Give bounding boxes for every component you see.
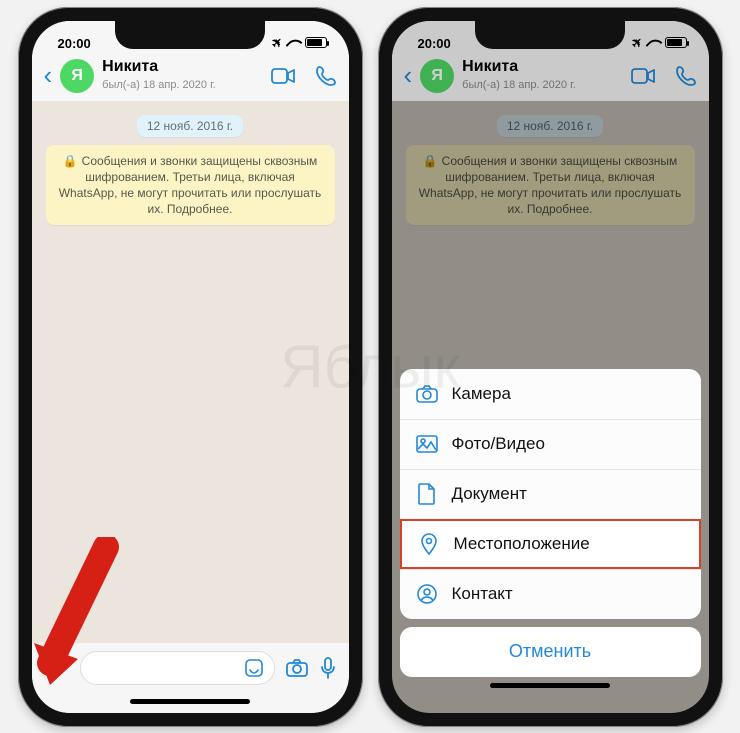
home-indicator (32, 699, 349, 713)
input-bar: + (32, 643, 349, 699)
back-button[interactable]: ‹ (404, 60, 413, 91)
location-icon (418, 533, 440, 555)
sheet-item-camera[interactable]: Камера (400, 369, 701, 419)
last-seen-label: был(-а) 18 апр. 2020 г. (102, 79, 216, 91)
document-icon (416, 483, 438, 505)
mic-button[interactable] (319, 656, 337, 680)
battery-icon (305, 37, 327, 48)
contact-name[interactable]: Никита (462, 58, 576, 76)
camera-icon (416, 385, 438, 403)
video-call-button[interactable] (271, 65, 295, 87)
sheet-item-label: Документ (452, 484, 527, 504)
sheet-cancel-button[interactable]: Отменить (400, 627, 701, 677)
avatar[interactable]: Я (420, 59, 454, 93)
sticker-icon[interactable] (244, 658, 264, 678)
contact-name[interactable]: Никита (102, 58, 216, 76)
voice-call-button[interactable] (315, 65, 337, 87)
airplane-mode-icon: ✈ (628, 33, 647, 52)
sheet-item-photo-video[interactable]: Фото/Видео (400, 419, 701, 469)
date-pill: 12 нояб. 2016 г. (137, 115, 243, 137)
back-button[interactable]: ‹ (44, 60, 53, 91)
sheet-item-label: Местоположение (454, 534, 590, 554)
airplane-mode-icon: ✈ (268, 33, 287, 52)
notch (475, 21, 625, 49)
sheet-item-contact[interactable]: Контакт (400, 569, 701, 619)
wifi-icon (647, 37, 661, 49)
message-input[interactable] (80, 651, 275, 685)
notch (115, 21, 265, 49)
avatar[interactable]: Я (60, 59, 94, 93)
status-time: 20:00 (418, 36, 451, 51)
sheet-item-label: Контакт (452, 584, 513, 604)
last-seen-label: был(-а) 18 апр. 2020 г. (462, 79, 576, 91)
wifi-icon (287, 37, 301, 49)
lock-icon: 🔒 (63, 153, 78, 169)
encryption-notice[interactable]: 🔒Сообщения и звонки защищены сквозным ши… (46, 145, 335, 226)
sheet-item-label: Фото/Видео (452, 434, 545, 454)
voice-call-button[interactable] (675, 65, 697, 87)
phone-right: 20:00 ✈ ‹ Я Никита был(-а) 18 апр. 2020 … (378, 7, 723, 727)
video-call-button[interactable] (631, 65, 655, 87)
status-time: 20:00 (58, 36, 91, 51)
attach-button[interactable]: + (44, 652, 70, 684)
chat-header: ‹ Я Никита был(-а) 18 апр. 2020 г. (392, 51, 709, 101)
camera-button[interactable] (285, 658, 309, 678)
chat-header: ‹ Я Никита был(-а) 18 апр. 2020 г. (32, 51, 349, 101)
sheet-item-location[interactable]: Местоположение (400, 519, 701, 569)
contact-icon (416, 584, 438, 604)
chat-body: 12 нояб. 2016 г. 🔒Сообщения и звонки защ… (32, 101, 349, 643)
photo-icon (416, 435, 438, 453)
sheet-item-label: Камера (452, 384, 511, 404)
home-indicator (400, 683, 701, 697)
battery-icon (665, 37, 687, 48)
phone-left: 20:00 ✈ ‹ Я Никита был(-а) 18 апр. 2020 … (18, 7, 363, 727)
attach-action-sheet: Камера Фото/Видео Документ (400, 369, 701, 697)
sheet-item-document[interactable]: Документ (400, 469, 701, 519)
